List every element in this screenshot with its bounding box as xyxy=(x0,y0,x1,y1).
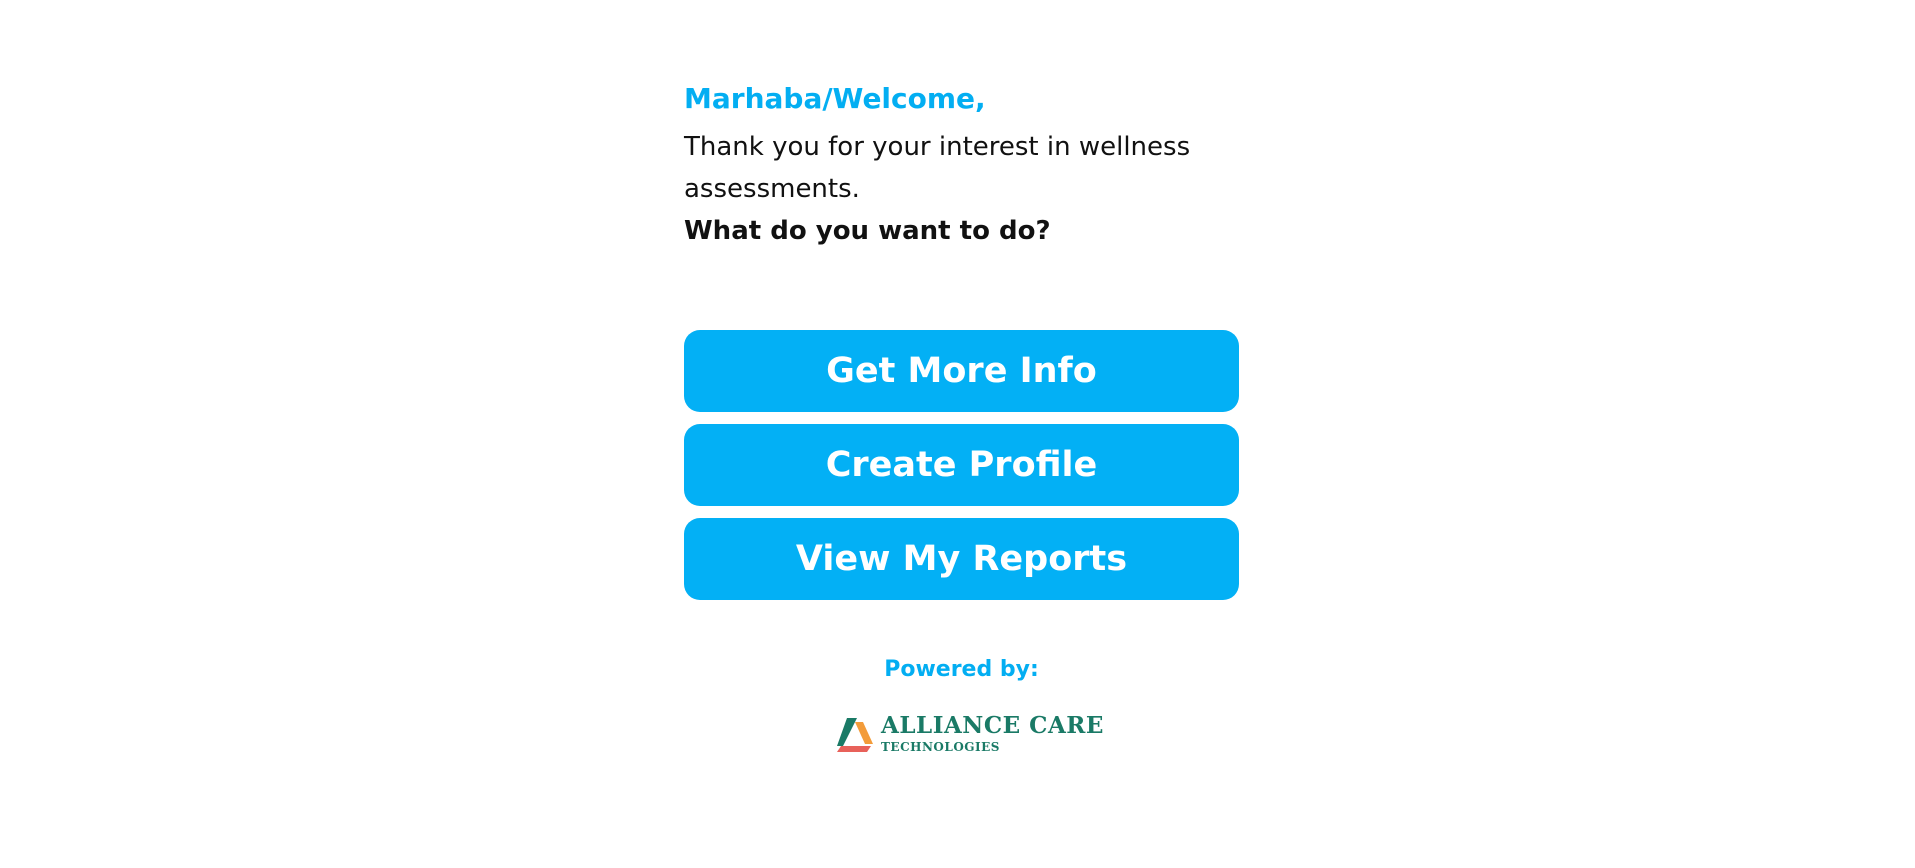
question-text: What do you want to do? xyxy=(684,216,1051,246)
intro-text: Thank you for your interest in wellness … xyxy=(684,132,1191,204)
alliance-care-logo: ALLIANCE CARE TECHNOLOGIES xyxy=(833,712,1103,758)
logo-subtitle: TECHNOLOGIES xyxy=(881,740,1000,754)
get-more-info-button[interactable]: Get More Info xyxy=(684,330,1239,412)
create-profile-button[interactable]: Create Profile xyxy=(684,424,1239,506)
view-my-reports-button[interactable]: View My Reports xyxy=(684,518,1239,600)
welcome-section: Marhaba/Welcome, Thank you for your inte… xyxy=(684,80,1239,252)
action-buttons: Get More Info Create Profile View My Rep… xyxy=(684,330,1239,612)
welcome-page: Marhaba/Welcome, Thank you for your inte… xyxy=(0,0,1915,868)
logo-title: ALLIANCE CARE xyxy=(881,712,1104,739)
greeting-heading: Marhaba/Welcome, xyxy=(684,82,986,115)
powered-by-label: Powered by: xyxy=(884,657,1039,682)
alliance-care-triangle-logo-icon xyxy=(837,718,873,752)
